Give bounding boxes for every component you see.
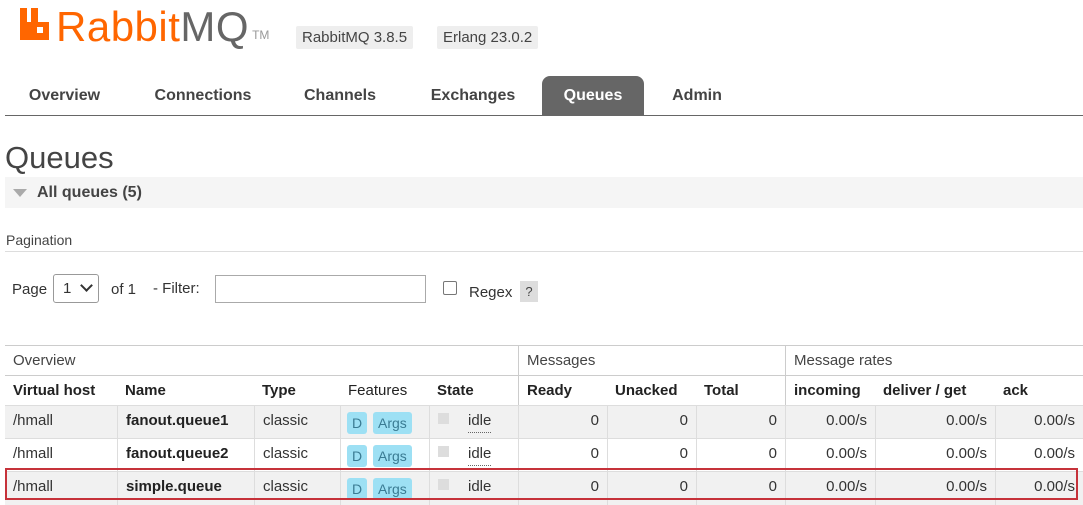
page-select[interactable]: 1	[53, 274, 99, 303]
cell-ack: 0.00/s	[995, 439, 1083, 472]
all-queues-toggle[interactable]: All queues (5)	[5, 177, 1083, 208]
state-text: idle	[468, 443, 492, 466]
col-ready[interactable]: Ready	[518, 376, 607, 406]
col-state[interactable]: State	[429, 376, 518, 406]
feature-durable-badge: D	[347, 445, 368, 467]
col-ack[interactable]: ack	[995, 376, 1083, 406]
table-group-header: Overview Messages Message rates	[5, 345, 1083, 376]
chevron-down-icon	[80, 279, 93, 292]
state-indicator-icon	[438, 479, 449, 490]
rabbit-logo-icon	[18, 6, 52, 42]
cell-incoming: 0.00/s	[785, 472, 875, 505]
divider	[5, 251, 1083, 252]
feature-durable-badge: D	[347, 412, 368, 434]
cell-features: D Args	[340, 406, 429, 439]
logo-mq-text: MQ	[180, 3, 250, 50]
page-title: Queues	[5, 140, 114, 175]
col-incoming[interactable]: incoming	[785, 376, 875, 406]
col-unacked[interactable]: Unacked	[607, 376, 696, 406]
state-indicator-icon	[438, 413, 449, 424]
cell-ack: 0.00/s	[995, 472, 1083, 505]
queue-name-link[interactable]: simple.queue	[117, 472, 254, 505]
cell-total: 0	[696, 406, 785, 439]
all-queues-label: All queues (5)	[37, 184, 142, 201]
page-count-label: of 1	[111, 281, 137, 298]
feature-args-badge[interactable]: Args	[373, 478, 412, 500]
logo-wordmark: RabbitMQ	[56, 6, 249, 48]
cell-unacked: 0	[607, 439, 696, 472]
state-text: idle	[468, 410, 492, 433]
pagination-heading: Pagination	[6, 232, 73, 248]
table-row: /hmall simple.queue classic D Args idle …	[5, 471, 1083, 505]
feature-durable-badge: D	[347, 478, 368, 500]
group-messages: Messages	[518, 346, 785, 376]
col-virtual-host[interactable]: Virtual host	[5, 376, 117, 406]
cell-ready: 0	[518, 472, 607, 505]
tab-queues[interactable]: Queues	[542, 76, 644, 115]
cell-ack: 0.00/s	[995, 406, 1083, 439]
table-column-header: Virtual host Name Type Features State Re…	[5, 375, 1083, 406]
tab-overview[interactable]: Overview	[5, 76, 124, 115]
queue-name-link[interactable]: fanout.queue1	[117, 406, 254, 439]
cell-features: D Args	[340, 439, 429, 472]
cell-state: idle	[429, 406, 518, 439]
header: RabbitMQ TM RabbitMQ 3.8.5 Erlang 23.0.2	[0, 0, 1083, 60]
rabbitmq-logo[interactable]: RabbitMQ TM	[18, 6, 269, 48]
tab-exchanges[interactable]: Exchanges	[410, 76, 536, 115]
col-deliver-get[interactable]: deliver / get	[875, 376, 995, 406]
collapse-triangle-icon	[13, 189, 27, 197]
cell-unacked: 0	[607, 472, 696, 505]
cell-type: classic	[254, 406, 340, 439]
cell-type: classic	[254, 439, 340, 472]
feature-args-badge[interactable]: Args	[373, 412, 412, 434]
col-type[interactable]: Type	[254, 376, 340, 406]
cell-incoming: 0.00/s	[785, 406, 875, 439]
erlang-badge: Erlang 23.0.2	[437, 26, 539, 49]
cell-vhost: /hmall	[13, 478, 54, 495]
cell-deliver-get: 0.00/s	[875, 406, 995, 439]
logo-tm: TM	[252, 28, 270, 42]
filter-label: - Filter:	[153, 280, 200, 297]
group-overview: Overview	[13, 352, 76, 369]
main-tabs: Overview Connections Channels Exchanges …	[5, 76, 1083, 116]
cell-ready: 0	[518, 439, 607, 472]
regex-help-button[interactable]: ?	[520, 281, 538, 302]
group-message-rates: Message rates	[785, 346, 1083, 376]
state-text: idle	[468, 476, 492, 499]
regex-label: Regex	[469, 284, 513, 301]
cell-features: D Args	[340, 472, 429, 505]
regex-checkbox[interactable]	[443, 281, 457, 295]
cell-deliver-get: 0.00/s	[875, 439, 995, 472]
col-features: Features	[348, 382, 408, 399]
col-total[interactable]: Total	[696, 376, 785, 406]
version-badge: RabbitMQ 3.8.5	[296, 26, 414, 49]
tab-admin[interactable]: Admin	[655, 76, 739, 115]
cell-total: 0	[696, 472, 785, 505]
table-row: /hmall fanout.queue1 classic D Args idle…	[5, 405, 1083, 439]
filter-input[interactable]	[215, 275, 426, 303]
cell-ready: 0	[518, 406, 607, 439]
page-label: Page	[12, 281, 48, 298]
page-select-value: 1	[63, 280, 72, 297]
tab-channels[interactable]: Channels	[286, 76, 394, 115]
cell-state: idle	[429, 439, 518, 472]
cell-type: classic	[254, 472, 340, 505]
col-name[interactable]: Name	[117, 376, 254, 406]
cell-state: idle	[429, 472, 518, 505]
cell-unacked: 0	[607, 406, 696, 439]
cell-total: 0	[696, 439, 785, 472]
cell-vhost: /hmall	[13, 445, 54, 462]
logo-rabbit-text: Rabbit	[56, 3, 181, 50]
tab-connections[interactable]: Connections	[137, 76, 269, 115]
cell-incoming: 0.00/s	[785, 439, 875, 472]
cell-deliver-get: 0.00/s	[875, 472, 995, 505]
table-row: /hmall fanout.queue2 classic D Args idle…	[5, 438, 1083, 472]
feature-args-badge[interactable]: Args	[373, 445, 412, 467]
cell-vhost: /hmall	[13, 412, 54, 429]
queue-name-link[interactable]: fanout.queue2	[117, 439, 254, 472]
state-indicator-icon	[438, 446, 449, 457]
